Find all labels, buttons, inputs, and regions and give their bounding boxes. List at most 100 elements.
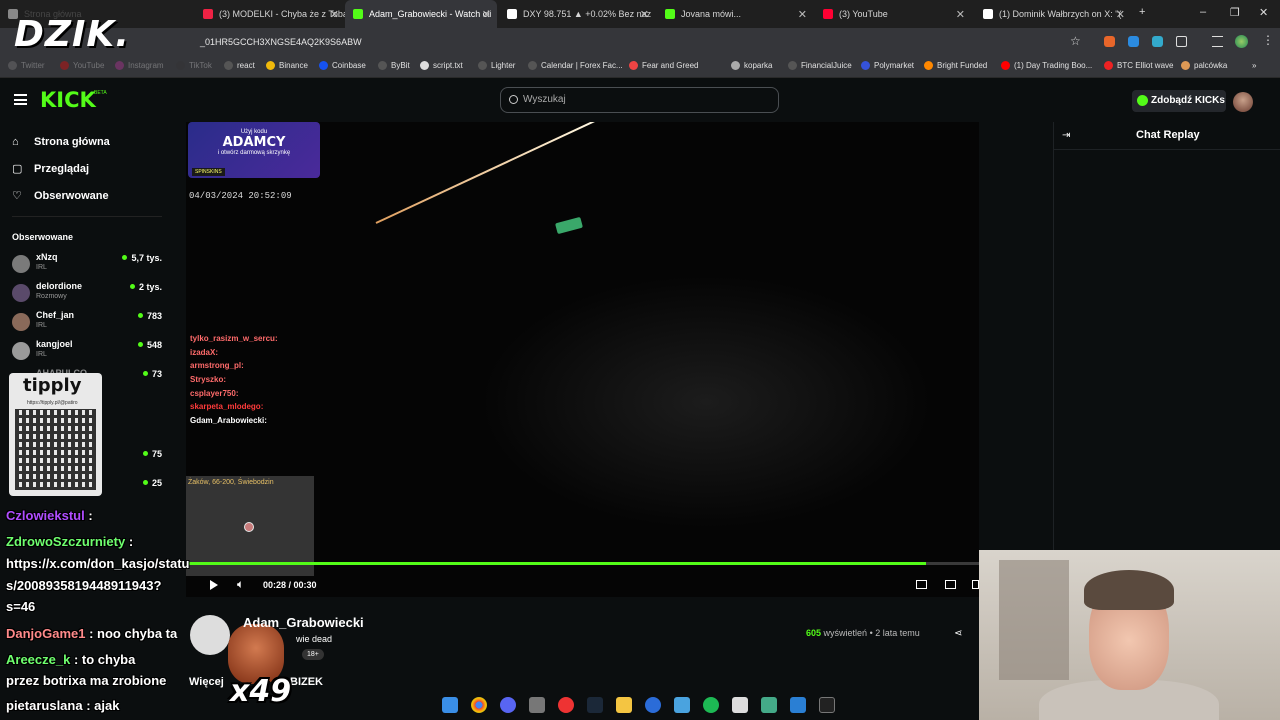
bookmark-item[interactable]: TikTok — [176, 61, 212, 70]
collapse-chat-icon[interactable]: ⇥ — [1062, 130, 1070, 141]
bookmark-item[interactable]: script.txt — [420, 61, 463, 70]
followed-channel[interactable]: delordione Rozmowy 2 tys. — [12, 281, 162, 307]
volume-icon[interactable]: 🔈︎ — [237, 577, 244, 592]
tipply-url: https://tipply.pl/@patiro — [27, 400, 78, 406]
channel-avatar[interactable] — [190, 615, 230, 655]
bookmark-item[interactable]: koparka — [731, 61, 772, 70]
bookmark-item[interactable]: YouTube — [60, 61, 104, 70]
close-window-icon[interactable]: ✕ — [1259, 6, 1268, 19]
app-icon[interactable] — [558, 697, 574, 713]
bookmark-item[interactable]: FinancialJuice — [788, 61, 852, 70]
app-icon[interactable] — [529, 697, 545, 713]
video-player[interactable]: Użyj kodu ADAMCY i otwórz darmową skrzyn… — [186, 122, 979, 597]
bookmark-item[interactable]: Lighter — [478, 61, 515, 70]
browser-tab[interactable]: (1) Dominik Wałbrzych on X: "(✕ — [975, 0, 1131, 28]
avatar — [12, 255, 30, 273]
extensions-puzzle-icon[interactable] — [1176, 36, 1187, 47]
extension-icon[interactable] — [1152, 36, 1163, 47]
browser-tab[interactable]: (3) YouTube ✕ — [815, 0, 971, 28]
followed-channel[interactable]: kangjoel IRL 548 — [12, 339, 162, 365]
extension-icon[interactable] — [1104, 36, 1115, 47]
discord-icon[interactable] — [500, 697, 516, 713]
bookmark-item[interactable]: Binance — [266, 61, 308, 70]
terminal-icon[interactable] — [819, 697, 835, 713]
followed-channel[interactable]: xNzq IRL 5,7 tys. — [12, 252, 162, 278]
miniplayer-icon[interactable] — [945, 580, 956, 589]
menu-lines-icon[interactable] — [1212, 36, 1223, 47]
app-icon[interactable] — [674, 697, 690, 713]
app-icon[interactable] — [732, 697, 748, 713]
channel-name[interactable]: Adam_Grabowiecki — [243, 615, 364, 630]
app-icon[interactable] — [645, 697, 661, 713]
bookmarks-bar: Twitter YouTube Instagram TikTok react B… — [0, 56, 1280, 78]
browser-tab[interactable]: Jovana mówi... ✕ — [657, 0, 813, 28]
nav-browse[interactable]: ▢ Przeglądaj — [12, 163, 89, 175]
bookmark-item[interactable]: Coinbase — [319, 61, 366, 70]
get-kicks-button[interactable]: Zdobądź KICKs — [1132, 90, 1226, 112]
fullscreen-icon[interactable] — [972, 580, 979, 589]
steam-icon[interactable] — [587, 697, 603, 713]
nav-home[interactable]: ⌂ Strona główna — [12, 136, 110, 148]
user-avatar[interactable] — [1233, 92, 1253, 112]
bookmark-item[interactable]: react — [224, 61, 255, 70]
bookmark-item[interactable]: BTC Elliot wave — [1104, 61, 1173, 70]
bookmark-item[interactable]: Fear and Greed — [629, 61, 698, 70]
address-bar[interactable]: _01HR5GCCH3XNGSE4AQ2K9S6ABW ☆ ⋮ — [0, 28, 1280, 56]
road-sign — [555, 216, 583, 235]
play-icon[interactable] — [210, 580, 218, 590]
bookmark-item[interactable]: Instagram — [115, 61, 164, 70]
bookmark-icon — [266, 61, 275, 70]
spotify-icon[interactable] — [703, 697, 719, 713]
bookmark-item[interactable]: Twitter — [8, 61, 45, 70]
url-text[interactable]: _01HR5GCCH3XNGSE4AQ2K9S6ABW — [200, 37, 362, 47]
kick-logo[interactable]: KICK — [40, 88, 96, 112]
bookmark-item[interactable]: Polymarket — [861, 61, 914, 70]
bookmark-item[interactable]: ByBit — [378, 61, 410, 70]
bookmark-icon — [861, 61, 870, 70]
browser-tab[interactable]: (3) MODELKI - Chyba że z Tobą ✕ — [195, 0, 345, 28]
search-input[interactable]: Wyszukaj — [500, 87, 779, 113]
bookmark-item[interactable]: (1) Day Trading Boo... — [1001, 61, 1092, 70]
new-tab-icon[interactable]: + — [1139, 6, 1145, 18]
close-tab-icon[interactable]: ✕ — [798, 8, 807, 21]
browser-tab-active[interactable]: Adam_Grabowiecki - Watch cli ✕ — [345, 0, 497, 28]
app-icon[interactable] — [761, 697, 777, 713]
close-tab-icon[interactable]: ✕ — [956, 8, 965, 21]
chat-message-line: przez botrixa ma zrobione — [6, 673, 167, 688]
clip-title: wie dead — [296, 634, 333, 644]
maximize-icon[interactable]: ❐ — [1230, 6, 1240, 19]
browser-tab[interactable]: DXY 98.751 ▲ +0.02% Bez naz ✕ — [499, 0, 655, 28]
chrome-icon[interactable] — [471, 697, 487, 713]
chat-message-line: https://x.com/don_kasjo/statu — [6, 556, 190, 571]
share-icon[interactable]: ⋖ — [954, 628, 962, 639]
more-vertical-icon[interactable]: ⋮ — [1262, 33, 1274, 47]
close-tab-icon[interactable]: ✕ — [330, 8, 339, 21]
more-left-label[interactable]: Więcej — [189, 676, 224, 688]
windows-start-icon[interactable] — [442, 697, 458, 713]
bookmark-item[interactable]: palcówka — [1181, 61, 1227, 70]
hamburger-menu-icon[interactable] — [14, 94, 27, 105]
app-icon[interactable] — [790, 697, 806, 713]
road-lights — [375, 122, 803, 224]
extension-icon[interactable] — [1128, 36, 1139, 47]
tab-favicon-icon — [203, 9, 213, 19]
folder-icon[interactable] — [616, 697, 632, 713]
avatar — [12, 313, 30, 331]
close-tab-icon[interactable]: ✕ — [640, 8, 649, 21]
profile-avatar-icon[interactable] — [1235, 35, 1248, 48]
theater-mode-icon[interactable] — [916, 580, 927, 589]
chat-message: Czlowiekstul : — [6, 508, 93, 523]
chat-message: Areecze_k : to chyba — [6, 652, 136, 667]
bookmarks-more-icon[interactable]: » — [1252, 61, 1256, 70]
nav-following[interactable]: ♡ Obserwowane — [12, 190, 109, 202]
bookmark-item[interactable]: Bright Funded — [924, 61, 987, 70]
bookmark-item[interactable]: Calendar | Forex Fac... — [528, 61, 623, 70]
close-tab-icon[interactable]: ✕ — [482, 8, 491, 21]
close-tab-icon[interactable]: ✕ — [1116, 8, 1125, 21]
bookmark-star-icon[interactable]: ☆ — [1070, 34, 1081, 48]
followed-channel[interactable]: Chef_jan IRL 783 — [12, 310, 162, 336]
progress-bar[interactable] — [186, 562, 926, 565]
minimize-icon[interactable]: – — [1200, 6, 1206, 18]
bookmark-icon — [1181, 61, 1190, 70]
folder-icon — [731, 61, 740, 70]
